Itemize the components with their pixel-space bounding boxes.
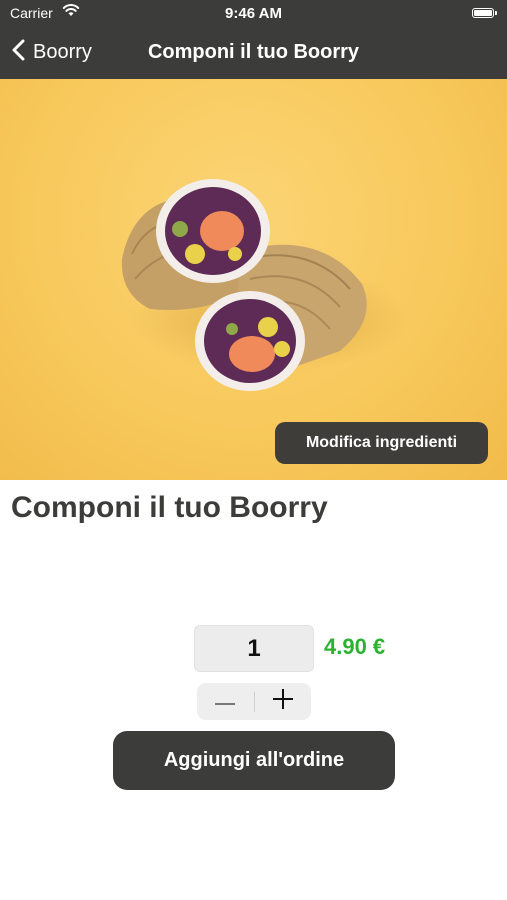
- edit-ingredients-button[interactable]: Modifica ingredienti: [275, 422, 488, 464]
- product-title: Componi il tuo Boorry: [11, 491, 328, 524]
- burrito-illustration: [121, 179, 410, 391]
- add-to-order-button[interactable]: Aggiungi all'ordine: [113, 731, 395, 790]
- increment-button[interactable]: [255, 683, 312, 720]
- decrement-button[interactable]: [197, 683, 254, 720]
- product-image: [0, 79, 507, 480]
- battery-icon: [472, 8, 497, 18]
- top-bar: Carrier 9:46 AM Boorry Componi il tuo Bo…: [0, 0, 507, 79]
- quantity-stepper: [197, 683, 311, 720]
- nav-title: Componi il tuo Boorry: [147, 41, 360, 63]
- price-label: 4.90 €: [324, 634, 386, 659]
- plus-icon: [272, 689, 293, 714]
- quantity-field[interactable]: 1: [194, 625, 314, 672]
- status-time: 9:46 AM: [225, 5, 282, 22]
- minus-icon: [215, 693, 236, 711]
- status-bar: Carrier 9:46 AM: [0, 0, 507, 28]
